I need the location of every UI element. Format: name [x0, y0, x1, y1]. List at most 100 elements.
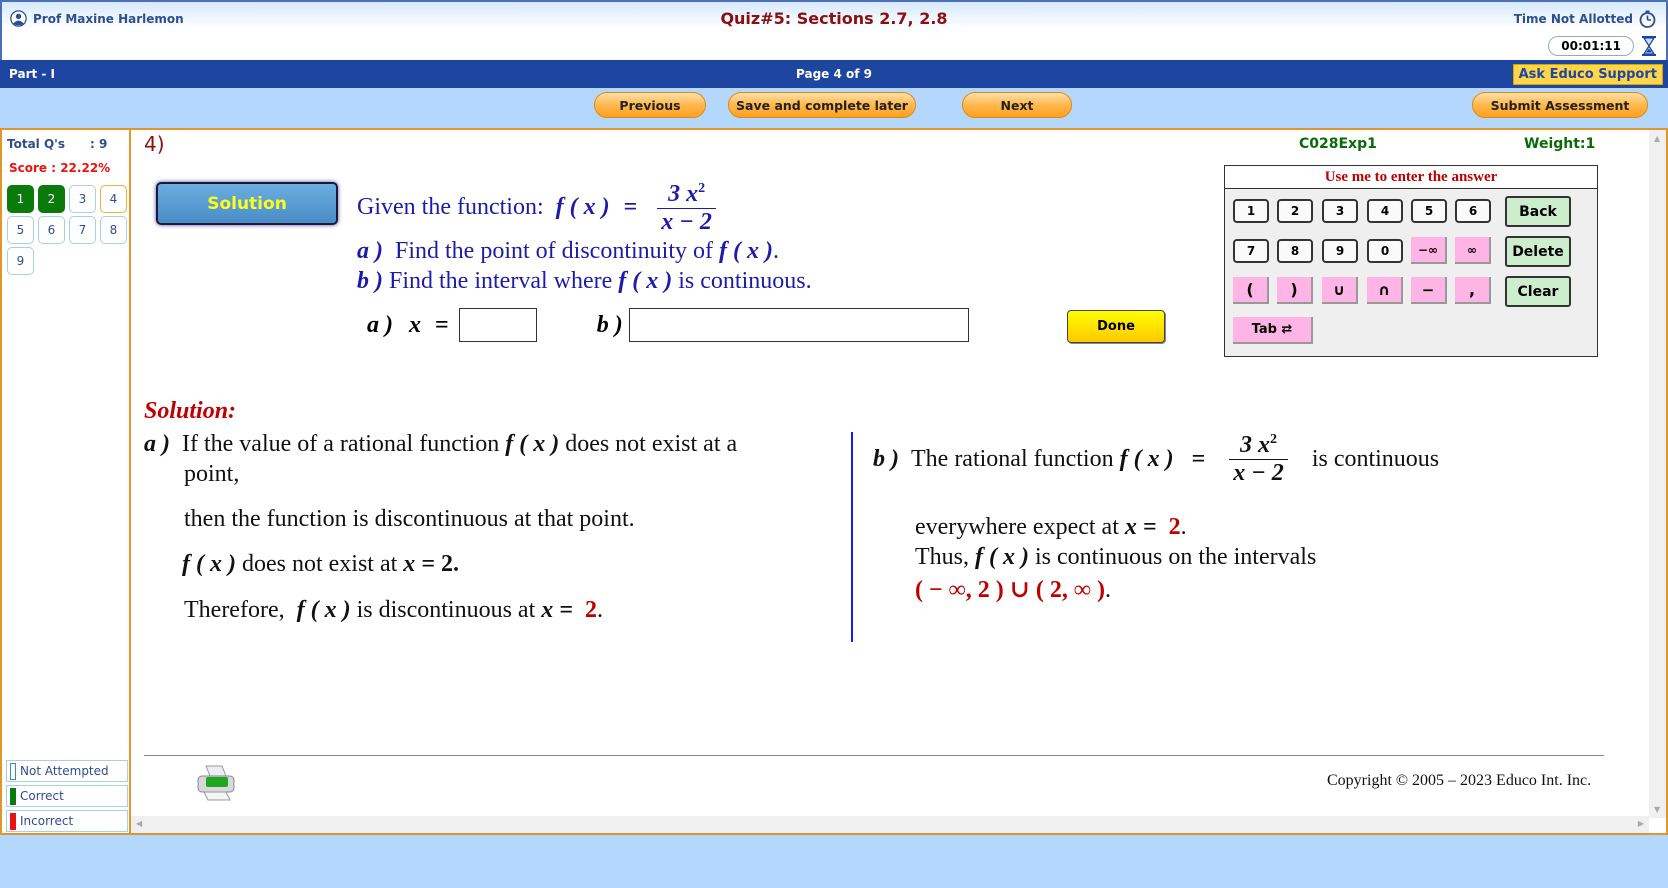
- scroll-left-icon[interactable]: ◀: [136, 819, 142, 828]
- delete-key[interactable]: Delete: [1505, 236, 1571, 267]
- key-7[interactable]: 7: [1233, 239, 1269, 263]
- question-code: C028Exp1: [1299, 136, 1377, 152]
- key-open-paren[interactable]: (: [1233, 277, 1269, 304]
- function-name: f ( x ): [182, 551, 236, 577]
- equals-sign: =: [623, 194, 638, 221]
- solution-fraction: 3 x2 x − 2: [1229, 432, 1288, 487]
- submit-assessment-button[interactable]: Submit Assessment: [1472, 92, 1648, 118]
- ask-support-button[interactable]: Ask Educo Support: [1512, 64, 1663, 85]
- key-negative-infinity[interactable]: −∞: [1411, 237, 1447, 264]
- key-0[interactable]: 0: [1367, 239, 1403, 263]
- total-questions-value: : 9: [90, 137, 108, 151]
- function-name: f ( x ): [505, 431, 560, 457]
- key-comma[interactable]: ,: [1455, 277, 1491, 304]
- score: Score : 22.22%: [9, 161, 111, 175]
- key-2[interactable]: 2: [1277, 199, 1313, 223]
- function-name: f ( x ): [296, 597, 351, 623]
- solution-a-line1: If the value of a rational function: [182, 431, 500, 457]
- x-equals: x =: [403, 551, 435, 577]
- scroll-up-icon[interactable]: ▲: [1654, 134, 1660, 143]
- legend-label: Correct: [20, 789, 64, 803]
- question-button-7[interactable]: 7: [69, 216, 96, 244]
- key-close-paren[interactable]: ): [1277, 277, 1313, 304]
- stopwatch-icon: [1639, 10, 1656, 28]
- answer-b-input[interactable]: [628, 308, 969, 342]
- part-a-label: a ): [357, 238, 383, 264]
- solution-a-line3: then the function is discontinuous at th…: [184, 506, 635, 532]
- function-name: f ( x ): [618, 268, 673, 294]
- hourglass-icon: [1642, 36, 1656, 56]
- part-bar: Part - I Page 4 of 9 Ask Educo Support: [0, 60, 1668, 88]
- done-button[interactable]: Done: [1067, 310, 1165, 343]
- equals-sign: =: [1191, 446, 1206, 472]
- question-button-6[interactable]: 6: [38, 216, 65, 244]
- period: .: [1180, 514, 1187, 540]
- solution-b-line3-end: is continuous on the intervals: [1034, 544, 1317, 570]
- function-name: f ( x ): [1119, 446, 1174, 472]
- solution-a-line1-end: does not exist at a: [565, 431, 738, 457]
- keypad-title: Use me to enter the answer: [1225, 166, 1597, 189]
- key-minus[interactable]: −: [1411, 277, 1447, 304]
- given-prefix: Given the function:: [357, 194, 544, 221]
- question-number: 4): [144, 132, 165, 156]
- key-intersection[interactable]: ∩: [1367, 277, 1403, 304]
- key-infinity[interactable]: ∞: [1455, 237, 1491, 264]
- solution-a-line4-value: 2.: [440, 551, 459, 577]
- question-button-2[interactable]: 2: [38, 185, 65, 213]
- numerator: 3 x: [668, 181, 699, 207]
- back-key[interactable]: Back: [1505, 196, 1571, 227]
- legend-label: Incorrect: [20, 814, 74, 828]
- legend-not-attempted: Not Attempted: [6, 760, 128, 782]
- legend-correct: Correct: [6, 785, 128, 807]
- scroll-down-icon[interactable]: ▼: [1654, 805, 1660, 814]
- part-b-text: Find the interval where: [389, 268, 613, 294]
- clear-key[interactable]: Clear: [1505, 276, 1571, 307]
- question-panel: 4) C028Exp1 Weight:1 Solution Given the …: [131, 128, 1668, 835]
- key-6[interactable]: 6: [1455, 199, 1491, 223]
- equals-sign: =: [435, 311, 449, 338]
- tab-key[interactable]: Tab ⇄: [1233, 317, 1313, 344]
- question-weight: Weight:1: [1524, 136, 1596, 152]
- question-button-5[interactable]: 5: [7, 216, 34, 244]
- question-part-a: a ) Find the point of discontinuity of f…: [357, 238, 779, 265]
- question-button-4[interactable]: 4: [100, 185, 127, 213]
- question-button-1[interactable]: 1: [7, 185, 34, 213]
- solution-button[interactable]: Solution: [156, 182, 338, 225]
- key-9[interactable]: 9: [1322, 239, 1358, 263]
- horizontal-scrollbar[interactable]: ◀ ▶: [131, 816, 1649, 833]
- function-name: f ( x ): [555, 194, 610, 221]
- question-button-3[interactable]: 3: [69, 185, 96, 213]
- key-4[interactable]: 4: [1367, 199, 1403, 223]
- solution-a-line5-start: Therefore,: [184, 597, 285, 623]
- answer-a-variable: x: [409, 311, 421, 338]
- scroll-right-icon[interactable]: ▶: [1638, 819, 1644, 828]
- legend-label: Not Attempted: [20, 764, 109, 778]
- period: .: [596, 597, 603, 623]
- key-1[interactable]: 1: [1233, 199, 1269, 223]
- answer-a-input[interactable]: [458, 308, 537, 342]
- answer-row: a ) x = b ): [367, 308, 969, 342]
- next-button[interactable]: Next: [962, 92, 1072, 118]
- solution-b-line1: The rational function: [911, 446, 1114, 472]
- save-later-button[interactable]: Save and complete later: [728, 92, 916, 118]
- question-button-8[interactable]: 8: [100, 216, 127, 244]
- solution-b-excluded-value: 2: [1168, 514, 1181, 540]
- key-8[interactable]: 8: [1277, 239, 1313, 263]
- function-fraction: 3 x2 x − 2: [657, 181, 716, 236]
- solution-b-line3-start: Thus,: [915, 544, 969, 570]
- vertical-scrollbar[interactable]: ▲ ▼: [1649, 130, 1666, 818]
- page-indicator: Page 4 of 9: [796, 67, 872, 81]
- printer-icon[interactable]: [196, 764, 236, 802]
- key-union[interactable]: ∪: [1322, 277, 1358, 304]
- key-5[interactable]: 5: [1411, 199, 1447, 223]
- header: Prof Maxine Harlemon Quiz#5: Sections 2.…: [0, 0, 1668, 60]
- total-questions-label: Total Q's: [7, 137, 65, 151]
- key-3[interactable]: 3: [1322, 199, 1358, 223]
- period: .: [1104, 577, 1111, 603]
- solution-title: Solution:: [144, 398, 237, 424]
- question-button-9[interactable]: 9: [7, 247, 34, 275]
- numerator: 3 x: [1240, 432, 1271, 458]
- previous-button[interactable]: Previous: [594, 92, 706, 118]
- question-grid: 1 2 3 4 5 6 7 8 9: [7, 185, 131, 275]
- function-name: f ( x ): [719, 238, 773, 264]
